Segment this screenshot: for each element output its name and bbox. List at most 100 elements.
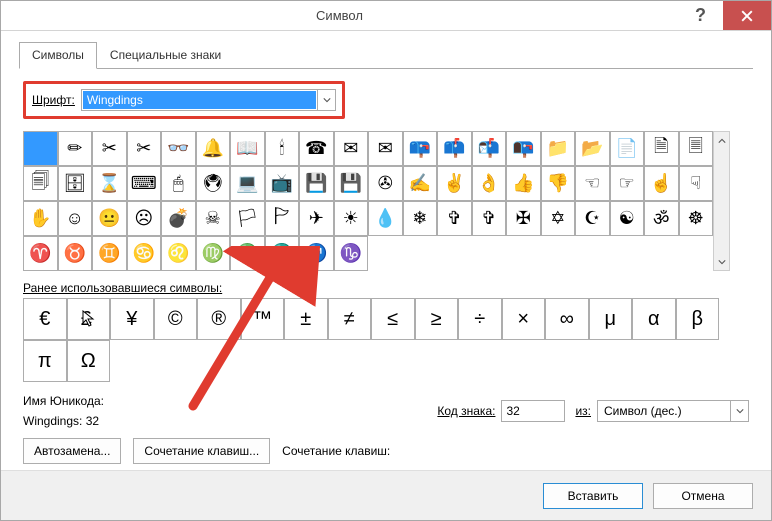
tab-special[interactable]: Специальные знаки (97, 42, 234, 69)
char-cell[interactable]: 💾 (334, 166, 369, 201)
char-cell[interactable]: 📂 (575, 131, 610, 166)
char-cell[interactable]: ♐ (299, 236, 334, 271)
char-cell[interactable]: 💧 (368, 201, 403, 236)
char-cell[interactable]: ❄ (403, 201, 438, 236)
char-cell[interactable]: 🖱 (161, 166, 196, 201)
char-cell[interactable]: ♌ (161, 236, 196, 271)
char-cell[interactable]: ☝ (644, 166, 679, 201)
char-cell[interactable]: ♎ (230, 236, 265, 271)
char-cell[interactable]: ☞ (610, 166, 645, 201)
char-cell[interactable]: ♊ (92, 236, 127, 271)
char-cell[interactable]: ☟ (679, 166, 714, 201)
char-cell[interactable]: ✍ (403, 166, 438, 201)
char-cell[interactable]: ♏ (265, 236, 300, 271)
recent-char-cell[interactable]: Ω (67, 340, 111, 382)
char-code-input[interactable] (501, 400, 565, 422)
recent-char-cell[interactable]: ∞ (545, 298, 589, 340)
char-cell[interactable]: 📖 (230, 131, 265, 166)
char-cell[interactable]: 🕯 (265, 131, 300, 166)
font-dropdown-arrow[interactable] (317, 90, 335, 110)
char-cell[interactable]: 👓 (161, 131, 196, 166)
char-cell[interactable]: ⌛ (92, 166, 127, 201)
char-cell[interactable]: 😐 (92, 201, 127, 236)
recent-char-cell[interactable]: ± (284, 298, 328, 340)
char-cell[interactable]: ☀ (334, 201, 369, 236)
char-cell[interactable]: 💾 (299, 166, 334, 201)
recent-char-cell[interactable]: ÷ (458, 298, 502, 340)
char-cell[interactable]: ☹ (127, 201, 162, 236)
char-cell[interactable]: 📪 (403, 131, 438, 166)
recent-char-cell[interactable]: ® (197, 298, 241, 340)
recent-char-cell[interactable]: × (502, 298, 546, 340)
tab-symbols[interactable]: Символы (19, 42, 97, 69)
char-cell[interactable]: ♉ (58, 236, 93, 271)
char-cell[interactable]: ♍ (196, 236, 231, 271)
char-cell[interactable]: 🗄 (58, 166, 93, 201)
from-dropdown-arrow[interactable] (730, 401, 748, 421)
char-cell[interactable]: 👎 (541, 166, 576, 201)
help-button[interactable]: ? (678, 1, 723, 30)
recent-char-cell[interactable]: μ (589, 298, 633, 340)
char-cell[interactable]: ☎ (299, 131, 334, 166)
shortcut-key-button[interactable]: Сочетание клавиш... (133, 438, 270, 464)
char-cell[interactable]: ♈ (23, 236, 58, 271)
char-cell[interactable]: 👌 (472, 166, 507, 201)
char-cell[interactable]: 🗐 (23, 166, 58, 201)
char-cell[interactable]: ✈ (299, 201, 334, 236)
char-cell[interactable]: 🏱 (265, 201, 300, 236)
char-cell[interactable]: ✞ (472, 201, 507, 236)
char-cell[interactable]: 🗏 (679, 131, 714, 166)
char-cell[interactable] (23, 131, 58, 166)
recent-char-cell[interactable]: ¥ (110, 298, 154, 340)
char-cell[interactable]: ✠ (506, 201, 541, 236)
char-cell[interactable]: ☜ (575, 166, 610, 201)
char-cell[interactable]: 👍 (506, 166, 541, 201)
char-cell[interactable]: 📭 (506, 131, 541, 166)
char-cell[interactable]: ॐ (644, 201, 679, 236)
char-cell[interactable]: 🖲 (196, 166, 231, 201)
char-cell[interactable]: ☠ (196, 201, 231, 236)
cancel-button[interactable]: Отмена (653, 483, 753, 509)
from-combobox[interactable]: Символ (дес.) (597, 400, 749, 422)
char-cell[interactable]: ✞ (437, 201, 472, 236)
recent-char-cell[interactable]: α (632, 298, 676, 340)
char-cell[interactable]: ⌨ (127, 166, 162, 201)
char-cell[interactable]: ☪ (575, 201, 610, 236)
char-cell[interactable]: 🔔 (196, 131, 231, 166)
recent-char-cell[interactable]: ≠ (328, 298, 372, 340)
recent-char-cell[interactable]: £ (67, 298, 111, 340)
char-cell[interactable]: ✂ (92, 131, 127, 166)
char-cell[interactable]: ✂ (127, 131, 162, 166)
char-cell[interactable]: ♑ (334, 236, 369, 271)
scroll-up-button[interactable] (714, 132, 729, 149)
char-cell[interactable]: 📁 (541, 131, 576, 166)
char-cell[interactable]: ♋ (127, 236, 162, 271)
char-cell[interactable]: ✌ (437, 166, 472, 201)
char-cell[interactable]: ✋ (23, 201, 58, 236)
scroll-down-button[interactable] (714, 253, 729, 270)
char-cell[interactable]: 📫 (437, 131, 472, 166)
char-cell[interactable]: ✉ (368, 131, 403, 166)
char-cell[interactable]: ✉ (334, 131, 369, 166)
char-cell[interactable]: ✇ (368, 166, 403, 201)
grid-scrollbar[interactable] (713, 131, 730, 271)
char-cell[interactable]: 💣 (161, 201, 196, 236)
autocorrect-button[interactable]: Автозамена... (23, 438, 121, 464)
char-cell[interactable]: 💻 (230, 166, 265, 201)
char-cell[interactable]: 🏳 (230, 201, 265, 236)
insert-button[interactable]: Вставить (543, 483, 643, 509)
char-cell[interactable]: 📺 (265, 166, 300, 201)
char-cell[interactable]: ☸ (679, 201, 714, 236)
char-cell[interactable]: ✏ (58, 131, 93, 166)
close-button[interactable] (723, 1, 771, 30)
char-cell[interactable]: 🗎 (644, 131, 679, 166)
recent-char-cell[interactable]: € (23, 298, 67, 340)
recent-char-cell[interactable]: π (23, 340, 67, 382)
recent-char-cell[interactable]: ≥ (415, 298, 459, 340)
char-cell[interactable]: ☯ (610, 201, 645, 236)
recent-char-cell[interactable]: β (676, 298, 720, 340)
char-cell[interactable]: ☺ (58, 201, 93, 236)
font-combobox[interactable]: Wingdings (81, 89, 336, 111)
recent-char-cell[interactable]: © (154, 298, 198, 340)
char-cell[interactable]: 📄 (610, 131, 645, 166)
